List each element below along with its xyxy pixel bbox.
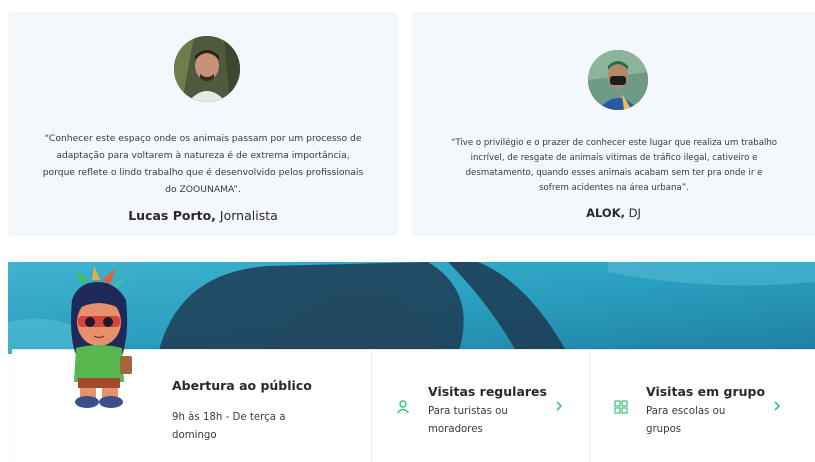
opening-title: Abertura ao público [172, 378, 312, 393]
author-role: DJ [628, 206, 641, 220]
chevron-right-icon[interactable] [772, 400, 782, 412]
author-avatar [174, 36, 240, 102]
chevron-right-icon[interactable] [554, 400, 564, 412]
visit-title: Visitas em grupo [646, 384, 766, 399]
testimonial-card: “Conhecer este espaço onde os animais pa… [8, 12, 398, 236]
testimonial-author: ALOK, DJ [412, 206, 815, 220]
opening-hours: 9h às 18h - De terça a domingo [172, 412, 286, 441]
testimonial-author: Lucas Porto, Jornalista [8, 208, 398, 223]
visit-title: Visitas regulares [428, 384, 547, 399]
testimonial-quote: “Conhecer este espaço onde os animais pa… [42, 133, 364, 195]
author-role: Jornalista [219, 208, 278, 223]
visit-description: Para escolas ou grupos [646, 406, 726, 435]
divider [371, 350, 372, 462]
divider [589, 350, 590, 462]
mascot-character-illustration [54, 266, 144, 416]
visit-group-link[interactable]: Visitas em grupo Para escolas ou grupos [614, 372, 794, 452]
testimonial-card: “Tive o privilégio e o prazer de conhece… [412, 12, 815, 236]
visit-description: Para turistas ou moradores [428, 406, 508, 435]
person-icon [396, 400, 410, 414]
author-name: Lucas Porto, [128, 208, 216, 223]
testimonial-quote: “Tive o privilégio e o prazer de conhece… [450, 138, 778, 193]
author-name: ALOK, [586, 206, 625, 220]
grid-icon [614, 400, 628, 414]
visit-regular-link[interactable]: Visitas regulares Para turistas ou morad… [396, 372, 566, 452]
author-avatar [588, 50, 648, 110]
